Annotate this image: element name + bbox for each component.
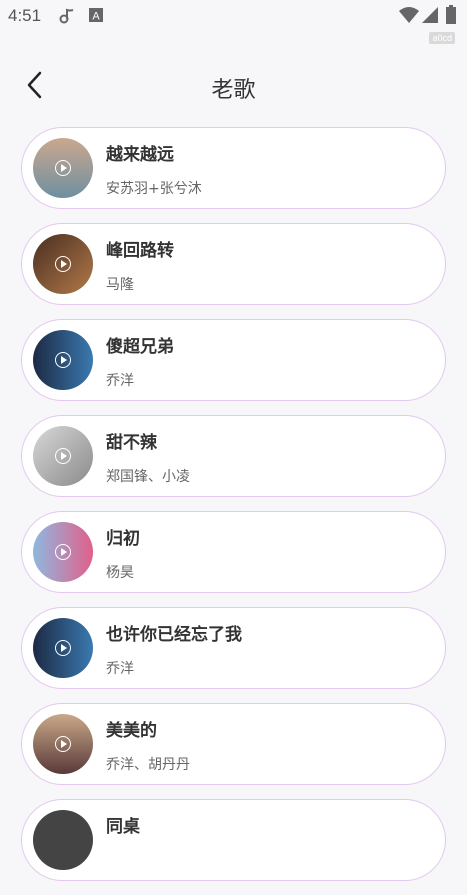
song-artist: 郑国锋、小凌 (106, 469, 190, 485)
battery-icon (446, 5, 456, 28)
album-cover (33, 522, 93, 582)
play-icon (55, 544, 71, 560)
song-artist: 杨昊 (106, 565, 134, 581)
song-artist: 乔洋 (106, 373, 134, 389)
a-badge-icon: A (88, 7, 104, 27)
album-cover (33, 138, 93, 198)
song-card[interactable]: 美美的 乔洋、胡丹丹 (21, 703, 446, 785)
album-cover (33, 810, 93, 870)
song-title: 越来越远 (106, 145, 174, 165)
song-artist: 马隆 (106, 277, 134, 293)
song-artist: 乔洋 (106, 661, 134, 677)
play-icon (55, 256, 71, 272)
song-card[interactable]: 傻超兄弟 乔洋 (21, 319, 446, 401)
song-card[interactable]: 同桌 (21, 799, 446, 881)
album-cover (33, 426, 93, 486)
signal-icon (422, 7, 438, 27)
song-list: 越来越远 安苏羽+张兮沐 峰回路转 马隆 傻超兄弟 乔洋 甜不辣 郑国锋、小凌 … (21, 127, 446, 895)
song-card[interactable]: 峰回路转 马隆 (21, 223, 446, 305)
song-title: 也许你已经忘了我 (106, 625, 242, 645)
song-card[interactable]: 归初 杨昊 (21, 511, 446, 593)
play-icon (55, 160, 71, 176)
play-icon (55, 448, 71, 464)
song-artist: 乔洋、胡丹丹 (106, 757, 190, 773)
song-title: 美美的 (106, 721, 157, 741)
song-title: 傻超兄弟 (106, 337, 174, 357)
song-card[interactable]: 甜不辣 郑国锋、小凌 (21, 415, 446, 497)
song-card[interactable]: 越来越远 安苏羽+张兮沐 (21, 127, 446, 209)
album-cover (33, 714, 93, 774)
play-icon (55, 640, 71, 656)
svg-text:A: A (92, 11, 100, 23)
music-note-icon (58, 7, 76, 29)
song-title: 甜不辣 (106, 433, 157, 453)
device-tag: a0cd (429, 32, 455, 44)
song-title: 峰回路转 (106, 241, 174, 261)
header: 老歌 (0, 60, 467, 112)
song-title: 归初 (106, 529, 140, 549)
play-icon (55, 352, 71, 368)
song-artist: 安苏羽+张兮沐 (106, 181, 202, 197)
status-bar: 4:51 A a0cd (0, 0, 467, 44)
page-title: 老歌 (211, 78, 256, 103)
album-cover (33, 234, 93, 294)
song-card[interactable]: 也许你已经忘了我 乔洋 (21, 607, 446, 689)
wifi-icon (399, 7, 419, 27)
status-time: 4:51 (8, 6, 42, 25)
song-title: 同桌 (106, 817, 140, 837)
play-icon (55, 736, 71, 752)
album-cover (33, 618, 93, 678)
album-cover (33, 330, 93, 390)
